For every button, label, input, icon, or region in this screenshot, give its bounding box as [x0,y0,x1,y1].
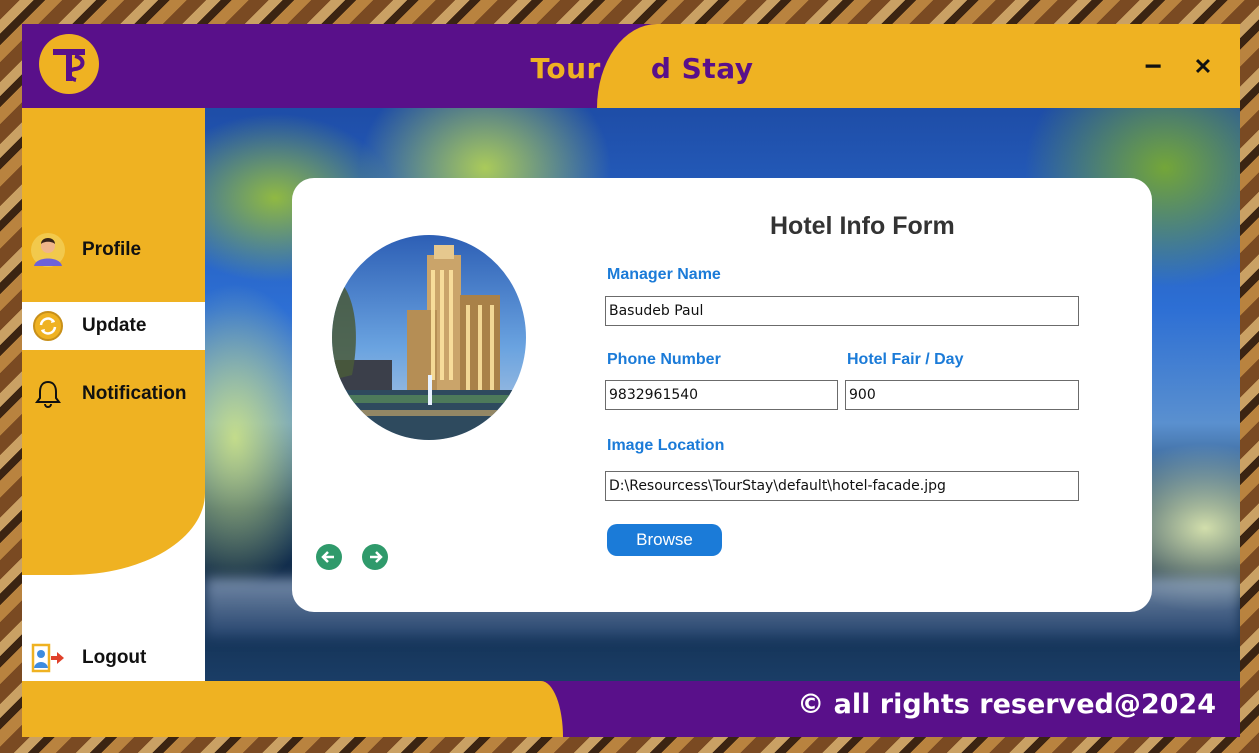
ts-logo-icon [39,34,99,94]
sidebar-item-update[interactable]: Update [22,302,205,350]
logout-icon [30,640,66,676]
arrow-left-icon[interactable] [316,544,342,570]
app-window: Tour and Stay − ✕ Profile Update Notific… [22,24,1240,737]
hotel-fair-label: Hotel Fair / Day [847,351,964,368]
browse-button[interactable]: Browse [607,524,722,556]
footer-wave [22,681,563,737]
arrow-right-icon[interactable] [362,544,388,570]
image-location-label: Image Location [607,437,725,454]
copyright-text: © all rights reserved@2024 [797,689,1216,720]
sidebar-item-notification[interactable]: Notification [22,370,205,418]
hotel-info-card: Hotel Info Form Manager Name Phone Numbe… [292,178,1152,612]
minimize-button[interactable]: − [1138,52,1168,82]
hotel-photo [332,235,526,440]
sidebar-item-label: Notification [82,383,187,404]
logout-button[interactable]: Logout [22,634,205,682]
sidebar: Profile Update Notification Logout [22,108,205,681]
footer: © all rights reserved@2024 [22,681,1240,737]
profile-avatar-icon [30,232,66,268]
phone-number-label: Phone Number [607,351,721,368]
title-bar: Tour and Stay − ✕ [22,24,1240,108]
sidebar-item-label: Profile [82,239,142,260]
phone-number-field[interactable] [605,380,838,410]
bell-icon [30,376,66,412]
form-title: Hotel Info Form [770,212,955,240]
refresh-icon [30,308,66,344]
app-title-part2: d Stay [650,52,754,85]
close-button[interactable]: ✕ [1188,52,1218,82]
app-title: Tour and Stay [482,52,802,85]
sidebar-item-label: Logout [82,647,147,668]
manager-name-label: Manager Name [607,266,721,283]
sidebar-item-profile[interactable]: Profile [22,226,205,274]
hotel-fair-field[interactable] [845,380,1079,410]
manager-name-field[interactable] [605,296,1079,326]
image-location-field[interactable] [605,471,1079,501]
app-title-part1: Tour an [530,52,651,85]
sidebar-item-label: Update [82,315,147,336]
